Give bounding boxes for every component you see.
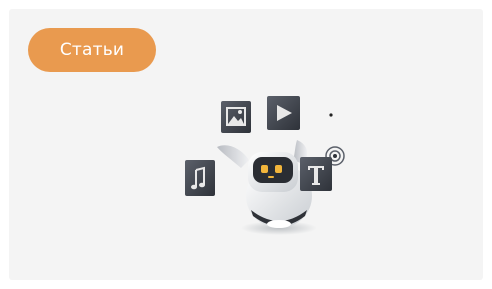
play-tile-icon: [267, 96, 300, 130]
article-card[interactable]: Статьи: [9, 9, 483, 280]
image-tile-icon: [221, 101, 251, 133]
robot-illustration: [185, 96, 345, 235]
robot-head: [248, 152, 298, 192]
text-tile-icon: [300, 157, 332, 191]
category-button-articles[interactable]: Статьи: [28, 28, 156, 72]
music-note-tile-icon: [185, 160, 215, 196]
